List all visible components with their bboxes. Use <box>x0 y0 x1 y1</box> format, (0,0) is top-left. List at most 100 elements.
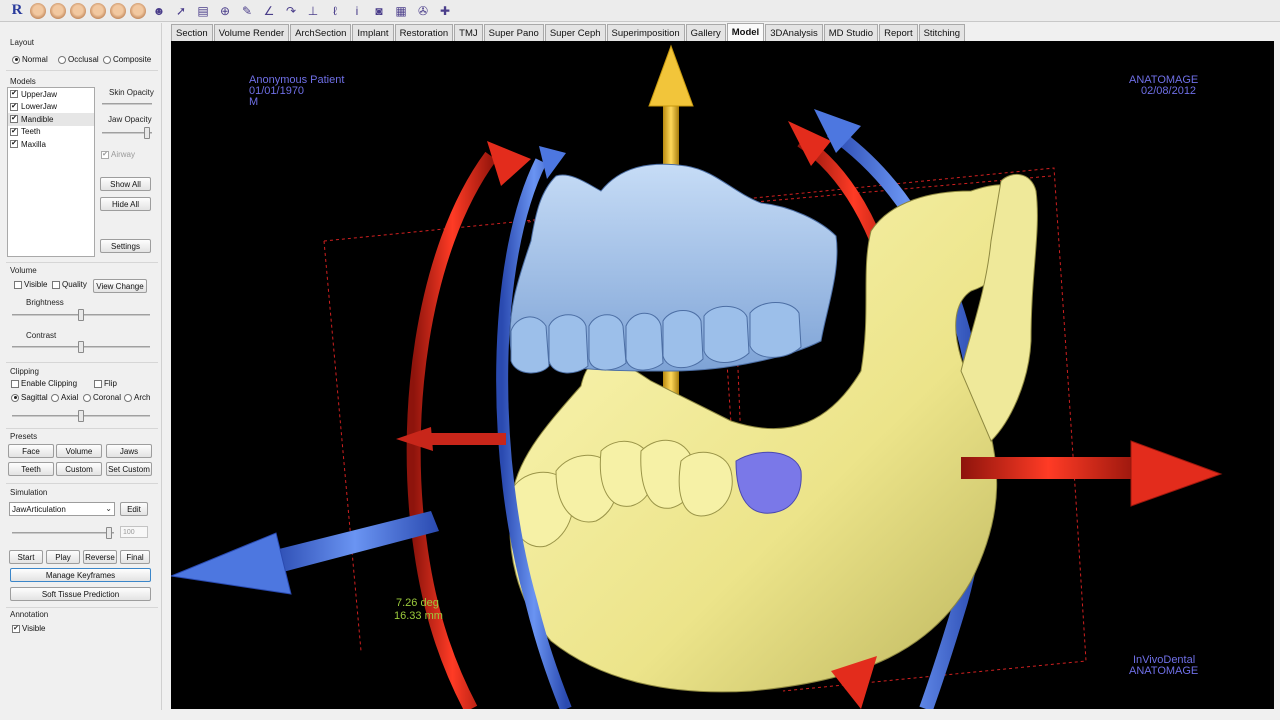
head-profile-icon[interactable]: ☻ <box>150 2 168 20</box>
tab-md-studio[interactable]: MD Studio <box>823 24 879 41</box>
preset-teeth-button[interactable]: Teeth <box>8 462 54 476</box>
tab-super-ceph[interactable]: Super Ceph <box>544 24 606 41</box>
manage-keyframes-button[interactable]: Manage Keyframes <box>10 568 151 582</box>
simulation-play-button[interactable]: Play <box>46 550 80 564</box>
slider-thumb[interactable] <box>78 410 84 422</box>
crosshair-icon[interactable]: ⊕ <box>216 2 234 20</box>
layout-normal-radio[interactable]: Normal <box>12 55 48 64</box>
clip-coronal-radio[interactable]: Coronal <box>83 393 121 402</box>
3d-viewport[interactable]: Anonymous Patient 01/01/1970 M ANATOMAGE… <box>171 41 1274 709</box>
simulation-select[interactable]: JawArticulation ⌄ <box>9 502 115 516</box>
ruler-icon[interactable]: ⊥ <box>304 2 322 20</box>
checkbox-label: Flip <box>104 379 117 388</box>
jaw-opacity-slider[interactable] <box>102 127 152 139</box>
tab-restoration[interactable]: Restoration <box>394 24 454 41</box>
simulation-start-button[interactable]: Start <box>9 550 43 564</box>
clip-sagittal-radio[interactable]: Sagittal <box>11 393 48 402</box>
add-point-icon[interactable]: ✚ <box>436 2 454 20</box>
radio-label: Arch <box>134 393 151 402</box>
model-item-mandible[interactable]: ✔ Mandible <box>8 113 94 126</box>
slider-thumb[interactable] <box>106 527 112 539</box>
face-icon-5[interactable] <box>110 2 126 19</box>
airway-checkbox[interactable]: ✔ Airway <box>101 150 135 159</box>
simulation-final-button[interactable]: Final <box>120 550 150 564</box>
preset-jaws-button[interactable]: Jaws <box>106 444 152 458</box>
simulation-reverse-button[interactable]: Reverse <box>83 550 117 564</box>
checkbox-label: Visible <box>24 280 48 289</box>
angle-measure-icon[interactable]: ∠ <box>260 2 278 20</box>
tab-3danalysis[interactable]: 3DAnalysis <box>765 24 823 41</box>
face-icon-3[interactable] <box>70 2 86 19</box>
wrench-icon[interactable]: ✇ <box>414 2 432 20</box>
settings-button[interactable]: Settings <box>100 239 151 253</box>
tab-archsection[interactable]: ArchSection <box>290 24 352 41</box>
layout-composite-radio[interactable]: Composite <box>103 55 151 64</box>
checkbox-box: ✔ <box>12 624 20 633</box>
checkbox[interactable]: ✔ <box>10 90 18 99</box>
volume-quality-checkbox[interactable]: Quality <box>52 280 87 289</box>
film-icon[interactable]: ▤ <box>194 2 212 20</box>
checkbox[interactable]: ✔ <box>10 115 18 124</box>
model-item-upperjaw[interactable]: ✔ UpperJaw <box>8 88 94 101</box>
module-tabbar: Section Volume Render ArchSection Implant Re… <box>171 23 966 41</box>
volume-visible-checkbox[interactable]: Visible <box>14 280 47 289</box>
model-item-lowerjaw[interactable]: ✔ LowerJaw <box>8 101 94 114</box>
clip-axial-radio[interactable]: Axial <box>51 393 78 402</box>
tab-volume-render[interactable]: Volume Render <box>213 24 290 41</box>
nerve-icon[interactable]: ℓ <box>326 2 344 20</box>
face-icon-1[interactable] <box>30 2 46 19</box>
preset-set-custom-button[interactable]: Set Custom <box>106 462 152 476</box>
soft-tissue-prediction-button[interactable]: Soft Tissue Prediction <box>10 587 151 601</box>
checkbox[interactable]: ✔ <box>10 140 18 149</box>
skin-opacity-slider[interactable] <box>102 98 152 110</box>
simulation-timeline-slider[interactable] <box>12 527 114 539</box>
tab-tmj[interactable]: TMJ <box>454 24 483 41</box>
tab-super-pano[interactable]: Super Pano <box>483 24 544 41</box>
contrast-slider[interactable] <box>12 341 150 353</box>
slider-thumb[interactable] <box>78 341 84 353</box>
model-label: Maxilla <box>21 139 46 149</box>
divider <box>6 262 158 263</box>
model-item-teeth[interactable]: ✔ Teeth <box>8 126 94 139</box>
info-icon[interactable]: i <box>348 2 366 20</box>
pointer-icon[interactable]: ➚ <box>172 2 190 20</box>
annotation-visible-checkbox[interactable]: ✔ Visible <box>12 624 45 633</box>
face-icon-4[interactable] <box>90 2 106 19</box>
tab-superimposition[interactable]: Superimposition <box>606 24 685 41</box>
simulation-value-box[interactable]: 100 <box>120 526 148 538</box>
simulation-edit-button[interactable]: Edit <box>120 502 148 516</box>
face-icon-2[interactable] <box>50 2 66 19</box>
hide-all-button[interactable]: Hide All <box>100 197 151 211</box>
preset-volume-button[interactable]: Volume <box>56 444 102 458</box>
checkbox[interactable]: ✔ <box>10 102 18 111</box>
face-icon-6[interactable] <box>130 2 146 19</box>
axis-red-left-shaft <box>426 433 506 445</box>
enable-clipping-checkbox[interactable]: Enable Clipping <box>11 379 77 388</box>
annotation-heading: Annotation <box>10 610 49 619</box>
curve-icon[interactable]: ↷ <box>282 2 300 20</box>
camera-icon[interactable]: ◙ <box>370 2 388 20</box>
view-change-button[interactable]: View Change <box>93 279 147 293</box>
tab-model[interactable]: Model <box>726 23 765 41</box>
brightness-slider[interactable] <box>12 309 150 321</box>
tab-implant[interactable]: Implant <box>352 24 394 41</box>
app-logo-icon[interactable]: R <box>8 2 26 20</box>
pencil-icon[interactable]: ✎ <box>238 2 256 20</box>
model-item-maxilla[interactable]: ✔ Maxilla <box>8 138 94 151</box>
tab-gallery[interactable]: Gallery <box>685 24 726 41</box>
show-all-button[interactable]: Show All <box>100 177 151 191</box>
checkbox[interactable]: ✔ <box>10 127 18 136</box>
slider-thumb[interactable] <box>144 127 150 139</box>
tab-report[interactable]: Report <box>879 24 918 41</box>
clip-arch-radio[interactable]: Arch <box>124 393 150 402</box>
layout-occlusal-radio[interactable]: Occlusal <box>58 55 99 64</box>
grid-icon[interactable]: ▦ <box>392 2 410 20</box>
slider-thumb[interactable] <box>78 309 84 321</box>
flip-checkbox[interactable]: Flip <box>94 379 117 388</box>
tab-stitching[interactable]: Stitching <box>918 24 966 41</box>
clipping-slider[interactable] <box>12 410 150 422</box>
3d-model-render <box>171 44 1223 709</box>
tab-section[interactable]: Section <box>171 24 213 41</box>
preset-custom-button[interactable]: Custom <box>56 462 102 476</box>
preset-face-button[interactable]: Face <box>8 444 54 458</box>
